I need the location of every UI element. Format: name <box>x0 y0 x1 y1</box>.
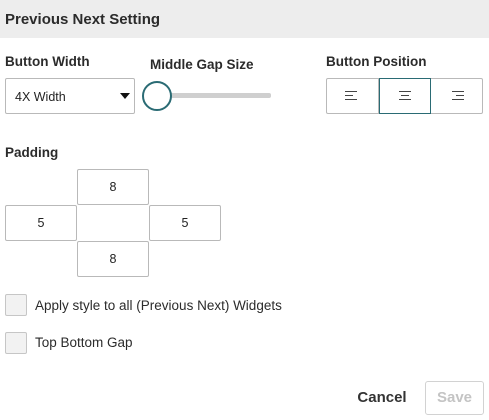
top-bottom-gap-checkbox[interactable] <box>5 332 27 354</box>
padding-right-input[interactable]: 5 <box>149 205 221 241</box>
caret-down-icon <box>120 93 130 99</box>
button-position-label: Button Position <box>326 54 427 69</box>
align-center-icon <box>398 91 412 101</box>
button-width-label: Button Width <box>5 54 90 69</box>
button-width-value: 4X Width <box>15 90 66 104</box>
apply-all-checkbox[interactable] <box>5 294 27 316</box>
align-left-button[interactable] <box>327 79 379 113</box>
middle-gap-label: Middle Gap Size <box>150 57 254 72</box>
button-width-select[interactable]: 4X Width <box>5 78 135 114</box>
middle-gap-slider-track[interactable] <box>157 93 271 98</box>
button-position-group <box>326 78 483 114</box>
align-left-icon <box>345 91 359 101</box>
cancel-button[interactable]: Cancel <box>350 381 414 415</box>
padding-top-input[interactable]: 8 <box>77 169 149 205</box>
dialog-title: Previous Next Setting <box>5 11 161 28</box>
dialog-header: Previous Next Setting <box>0 0 489 38</box>
top-bottom-gap-label: Top Bottom Gap <box>35 335 133 350</box>
align-right-button[interactable] <box>431 79 482 113</box>
padding-left-input[interactable]: 5 <box>5 205 77 241</box>
align-center-button[interactable] <box>378 78 432 114</box>
middle-gap-slider-thumb[interactable] <box>142 81 172 111</box>
align-right-icon <box>450 91 464 101</box>
padding-label: Padding <box>5 145 59 160</box>
save-button[interactable]: Save <box>425 381 484 415</box>
apply-all-label: Apply style to all (Previous Next) Widge… <box>35 298 282 313</box>
padding-bottom-input[interactable]: 8 <box>77 241 149 277</box>
